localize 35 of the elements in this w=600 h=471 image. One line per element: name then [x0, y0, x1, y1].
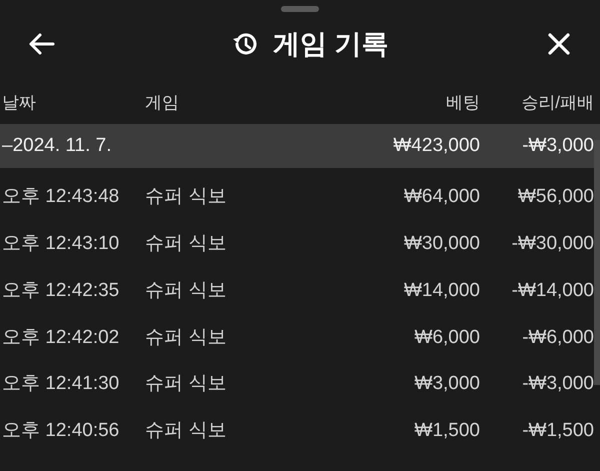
scrollbar[interactable] — [594, 140, 600, 385]
column-header: 날짜 — [2, 93, 36, 112]
table-cell: 슈퍼 식보 — [145, 280, 226, 301]
table-cell: 슈퍼 식보 — [145, 326, 226, 348]
table-cell: -₩1,500 — [522, 420, 594, 442]
table-cell: -₩3,000 — [522, 373, 594, 394]
table-cell: 슈퍼 식보 — [145, 232, 226, 254]
table-cell: 오후 12:42:02 — [2, 326, 120, 348]
date-group-label: –2024. 11. 7. — [2, 134, 112, 156]
window-title: 게임 기록 — [273, 28, 389, 61]
table-cell: 오후 12:42:35 — [2, 280, 120, 301]
table-cell: ₩3,000 — [414, 373, 480, 394]
table-cell: 오후 12:40:56 — [2, 420, 120, 442]
table-cell: ₩1,500 — [414, 420, 480, 442]
column-header: 승리/패배 — [521, 93, 594, 112]
table-cell: 슈퍼 식보 — [145, 420, 226, 442]
column-header: 게임 — [145, 93, 179, 112]
table-cell: 오후 12:43:48 — [2, 186, 120, 208]
table-cell: 오후 12:41:30 — [2, 373, 120, 394]
table-cell: -₩30,000 — [512, 232, 594, 254]
table-cell: ₩6,000 — [414, 326, 480, 348]
drag-handle[interactable] — [281, 6, 319, 12]
table-cell: 오후 12:43:10 — [2, 232, 120, 254]
column-header: 베팅 — [446, 93, 480, 112]
table-cell: -₩3,000 — [522, 134, 594, 156]
table-cell: -₩6,000 — [522, 326, 594, 348]
table-cell: ₩14,000 — [404, 280, 480, 301]
table-cell: ₩423,000 — [393, 134, 480, 156]
table-cell: 슈퍼 식보 — [145, 186, 226, 208]
table-cell: ₩56,000 — [518, 186, 594, 208]
table-cell: ₩64,000 — [404, 186, 480, 208]
table-cell: 슈퍼 식보 — [145, 373, 226, 394]
table-cell: ₩30,000 — [404, 232, 480, 254]
table-cell: -₩14,000 — [512, 280, 594, 301]
date-group-row[interactable]: –2024. 11. 7. ₩423,000 -₩3,000 — [0, 124, 600, 168]
